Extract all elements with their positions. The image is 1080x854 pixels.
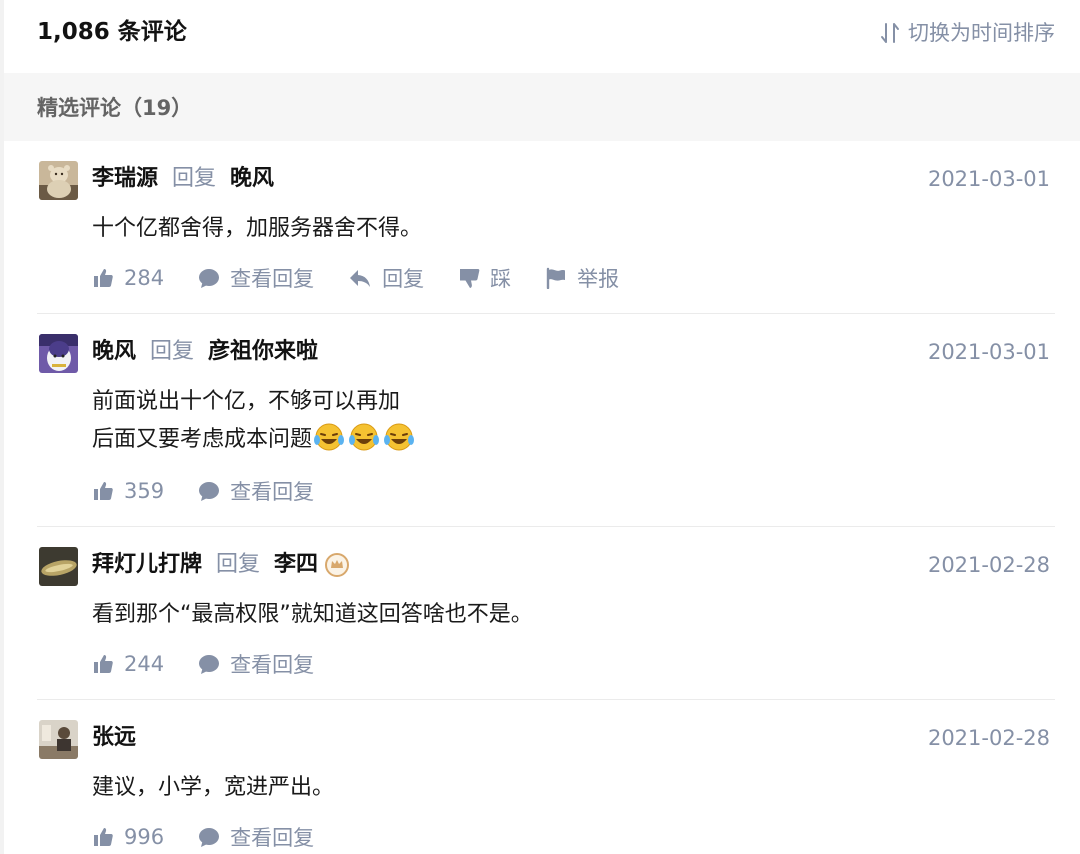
like-count: 244 xyxy=(124,652,165,676)
dislike-label: 踩 xyxy=(490,267,512,291)
comment-meta: 张远 xyxy=(92,722,136,754)
avatar[interactable] xyxy=(39,720,78,759)
like-count: 359 xyxy=(124,479,165,503)
like-button[interactable]: 996 xyxy=(92,825,164,849)
view-replies-label: 查看回复 xyxy=(230,826,315,850)
like-icon xyxy=(94,655,113,673)
comment-date: 2021-03-01 xyxy=(927,340,1050,364)
comment-text-line-with-emoji: 后面又要考虑成本问题 xyxy=(92,421,417,459)
comment-divider xyxy=(37,313,1055,314)
comment-item: 李瑞源 回复 晚风 2021-03-01 十个亿都舍得，加服务器舍不得。 284… xyxy=(37,161,1055,314)
featured-comments-bar: 精选评论（19） xyxy=(4,73,1080,141)
reply-label: 回复 xyxy=(382,267,425,291)
view-replies-button[interactable]: 查看回复 xyxy=(198,822,314,852)
reply-target[interactable]: 晚风 xyxy=(230,163,274,195)
comment-item: 晚风 回复 彦祖你来啦 2021-03-01 前面说出十个亿，不够可以再加 后面… xyxy=(37,334,1055,527)
avatar[interactable] xyxy=(39,161,78,200)
comment-actions: 244 查看回复 xyxy=(92,648,348,680)
comment-count: 1,086 条评论 xyxy=(37,19,187,45)
like-button[interactable]: 244 xyxy=(92,652,164,676)
like-count: 284 xyxy=(124,266,165,290)
reply-button[interactable]: 回复 xyxy=(348,263,424,293)
comment-icon xyxy=(199,828,220,847)
comment-icon xyxy=(199,269,220,288)
sort-icon xyxy=(881,23,899,43)
comment-actions: 996 查看回复 xyxy=(92,821,348,853)
comment-meta: 拜灯儿打牌 回复 李四 xyxy=(92,549,350,581)
author-badge-icon xyxy=(324,552,350,578)
comment-meta: 李瑞源 回复 晚风 xyxy=(92,163,274,195)
reply-icon xyxy=(350,270,371,287)
avatar[interactable] xyxy=(39,334,78,373)
comment-content: 前面说出十个亿，不够可以再加 后面又要考虑成本问题 xyxy=(92,383,417,459)
sort-toggle-button[interactable]: 切换为时间排序 xyxy=(880,18,1055,48)
sort-toggle-label: 切换为时间排序 xyxy=(908,21,1055,45)
comment-date: 2021-02-28 xyxy=(927,553,1050,577)
comment-divider xyxy=(37,526,1055,527)
comment-date: 2021-03-01 xyxy=(927,167,1050,191)
comment-content: 建议，小学，宽进严出。 xyxy=(92,769,334,807)
report-label: 举报 xyxy=(577,267,620,291)
view-replies-label: 查看回复 xyxy=(230,480,315,504)
comment-author[interactable]: 张远 xyxy=(92,722,136,754)
reply-indicator: 回复 xyxy=(172,166,217,191)
flag-icon xyxy=(546,267,566,289)
view-replies-label: 查看回复 xyxy=(230,267,315,291)
comment-text-line: 建议，小学，宽进严出。 xyxy=(92,775,335,800)
comment-actions: 284 查看回复 回复 踩 举报 xyxy=(92,262,653,294)
comment-item: 拜灯儿打牌 回复 李四 2021-02-28 看到那个“最高权限”就知道这回答啥… xyxy=(37,547,1055,700)
comment-text-line: 看到那个“最高权限”就知道这回答啥也不是。 xyxy=(92,602,533,627)
comment-author[interactable]: 拜灯儿打牌 xyxy=(92,549,202,581)
featured-comments-title: 精选评论（19） xyxy=(37,96,193,120)
laughing-emoji-icon xyxy=(384,423,415,451)
comment-text-line: 十个亿都舍得，加服务器舍不得。 xyxy=(92,216,423,241)
comments-header: 1,086 条评论 切换为时间排序 xyxy=(37,0,1055,72)
comment-text-line: 前面说出十个亿，不够可以再加 xyxy=(92,389,401,414)
like-button[interactable]: 284 xyxy=(92,266,164,290)
view-replies-button[interactable]: 查看回复 xyxy=(198,263,314,293)
comment-content: 十个亿都舍得，加服务器舍不得。 xyxy=(92,210,422,248)
avatar[interactable] xyxy=(39,547,78,586)
comment-text-line: 后面又要考虑成本问题 xyxy=(92,427,313,452)
like-button[interactable]: 359 xyxy=(92,479,164,503)
comment-date: 2021-02-28 xyxy=(927,726,1050,750)
reply-target[interactable]: 李四 xyxy=(274,549,318,581)
reply-indicator: 回复 xyxy=(150,339,195,364)
report-button[interactable]: 举报 xyxy=(545,263,619,293)
laughing-emoji-icon xyxy=(349,423,380,451)
comment-author[interactable]: 晚风 xyxy=(92,336,136,368)
comment-content: 看到那个“最高权限”就知道这回答啥也不是。 xyxy=(92,596,533,634)
like-icon xyxy=(94,482,113,500)
comment-author[interactable]: 李瑞源 xyxy=(92,163,158,195)
reply-indicator: 回复 xyxy=(216,552,261,577)
comment-item: 张远 2021-02-28 建议，小学，宽进严出。 996 查看回复 xyxy=(37,720,1055,854)
comment-divider xyxy=(37,699,1055,700)
comment-icon xyxy=(199,655,220,674)
view-replies-button[interactable]: 查看回复 xyxy=(198,649,314,679)
view-replies-button[interactable]: 查看回复 xyxy=(198,476,314,506)
like-icon xyxy=(94,269,113,287)
comment-actions: 359 查看回复 xyxy=(92,475,348,507)
dislike-button[interactable]: 踩 xyxy=(458,263,511,293)
laughing-emoji-icon xyxy=(314,423,345,451)
reply-target[interactable]: 彦祖你来啦 xyxy=(208,336,318,368)
dislike-icon xyxy=(460,269,480,288)
like-icon xyxy=(94,828,113,846)
view-replies-label: 查看回复 xyxy=(230,653,315,677)
like-count: 996 xyxy=(124,825,165,849)
comment-icon xyxy=(199,482,220,501)
comment-meta: 晚风 回复 彦祖你来啦 xyxy=(92,336,318,368)
